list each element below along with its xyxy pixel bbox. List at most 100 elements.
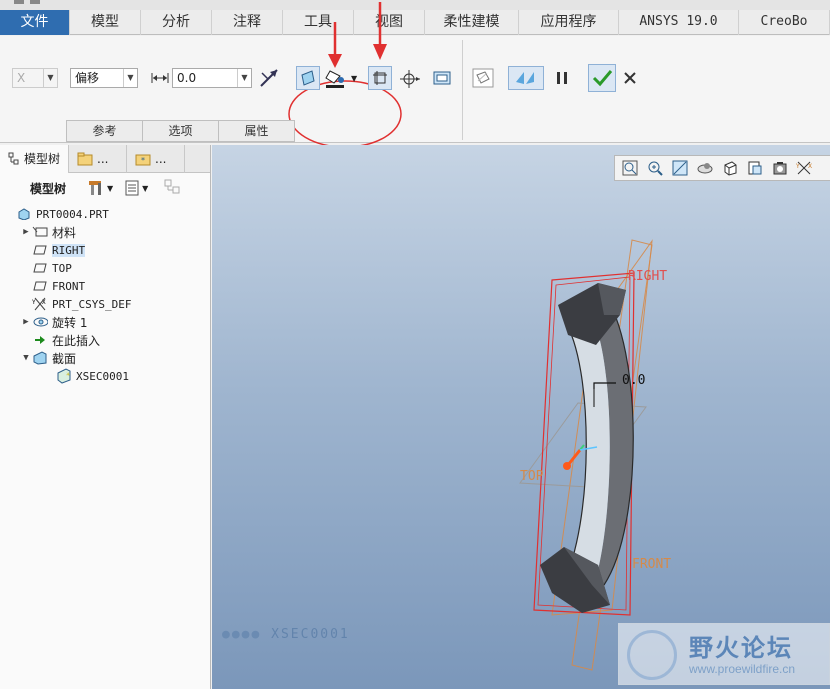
revolve-icon bbox=[32, 315, 48, 329]
folder-icon bbox=[77, 152, 93, 166]
tab-model-tree-label: 模型树 bbox=[24, 151, 61, 166]
tree-node-label: XSEC0001 bbox=[76, 369, 129, 383]
ribbon-tabs: 文件 模型 分析 注释 工具 视图 柔性建模 应用程序 ANSYS 19.0 C… bbox=[0, 10, 830, 35]
offset-type-dropdown[interactable]: 偏移 ▼ bbox=[70, 68, 138, 88]
insert-arrow-icon bbox=[32, 333, 48, 347]
tree-node-part[interactable]: PRT0004.PRT bbox=[0, 205, 210, 223]
confirm-button[interactable] bbox=[588, 64, 616, 92]
tab-applications[interactable]: 应用程序 bbox=[519, 10, 619, 35]
ribbon-slot-panel: 参考 选项 属性 bbox=[66, 120, 295, 142]
chevron-down-icon[interactable]: ▼ bbox=[351, 74, 357, 83]
offset-dimension-label[interactable]: 0.0 bbox=[622, 373, 645, 388]
filter-icon[interactable] bbox=[164, 179, 182, 198]
expand-arrow-icon[interactable]: ▶ bbox=[20, 317, 32, 327]
section-name-text: XSEC0001 bbox=[271, 627, 350, 642]
right-plane-label: RIGHT bbox=[628, 269, 668, 284]
axis-value: X bbox=[17, 71, 26, 85]
tab-flexible-modeling[interactable]: 柔性建模 bbox=[425, 10, 519, 35]
pause-button[interactable] bbox=[550, 66, 574, 90]
tree-node-right[interactable]: RIGHT bbox=[0, 241, 210, 259]
front-plane-label: FRONT bbox=[632, 557, 672, 572]
tab-favorites[interactable]: * ... bbox=[127, 145, 186, 173]
tab-analysis[interactable]: 分析 bbox=[141, 10, 212, 35]
divider bbox=[462, 40, 463, 140]
tree-node-top[interactable]: TOP bbox=[0, 259, 210, 277]
tab-annotate[interactable]: 注释 bbox=[212, 10, 283, 35]
chevron-down-icon: ▼ bbox=[123, 69, 137, 87]
chevron-down-icon: ▼ bbox=[43, 69, 57, 87]
tab-file[interactable]: 文件 bbox=[0, 10, 70, 35]
quick-access-icon[interactable] bbox=[14, 0, 24, 4]
title-bar bbox=[0, 0, 830, 10]
section-name-label: ●●●● XSEC0001 bbox=[222, 627, 350, 642]
tab-ansys[interactable]: ANSYS 19.0 bbox=[619, 10, 739, 35]
svg-text:X: X bbox=[42, 299, 46, 306]
section-icon bbox=[32, 351, 48, 365]
geometry-preview-button[interactable] bbox=[508, 66, 544, 90]
navigator-panel: 模型树 ... * ... 模型树 ▼ ▼ PRT0004.PRT ▶ 材料 R… bbox=[0, 145, 211, 689]
axis-dropdown[interactable]: X ▼ bbox=[12, 68, 58, 88]
model-tree-title: 模型树 bbox=[30, 181, 67, 196]
offset-dimension-icon bbox=[148, 66, 172, 90]
model-tree: PRT0004.PRT ▶ 材料 RIGHT TOP FRONT YX PRT_… bbox=[0, 205, 210, 385]
cancel-button[interactable] bbox=[618, 66, 642, 90]
tree-node-insert-here[interactable]: 在此插入 bbox=[0, 331, 210, 349]
svg-text:*: * bbox=[141, 156, 145, 165]
favorites-folder-icon: * bbox=[135, 154, 151, 166]
xsection-icon: ✳ bbox=[56, 368, 72, 384]
watermark: 野火论坛 www.proewildfire.cn bbox=[618, 623, 830, 685]
dragger-icon[interactable] bbox=[398, 66, 422, 90]
model-3d-view[interactable] bbox=[212, 145, 830, 689]
graphics-window[interactable]: YX RIGHT TOP FRONT 0.0 ●●●● XSEC0001 野火论… bbox=[212, 145, 830, 689]
tree-node-label: 材料 bbox=[52, 225, 77, 240]
watermark-title: 野火论坛 bbox=[689, 634, 793, 662]
offset-type-value: 偏移 bbox=[75, 71, 100, 85]
datum-plane-icon bbox=[32, 261, 48, 275]
chevron-down-icon: ▼ bbox=[237, 69, 251, 87]
references-tab[interactable]: 参考 bbox=[66, 120, 143, 142]
flip-direction-button[interactable] bbox=[257, 66, 281, 90]
watermark-logo-icon bbox=[627, 630, 677, 680]
tree-node-sections[interactable]: ▼ 截面 bbox=[0, 349, 210, 367]
tab-folder-label: ... bbox=[97, 151, 109, 166]
tab-favorites-label: ... bbox=[155, 151, 167, 166]
material-icon bbox=[32, 225, 48, 239]
watermark-url: www.proewildfire.cn bbox=[689, 662, 796, 676]
preview-window-button[interactable] bbox=[430, 66, 454, 90]
expand-arrow-icon[interactable]: ▼ bbox=[20, 353, 32, 363]
offset-value-input[interactable]: 0.0 ▼ bbox=[172, 68, 252, 88]
offset-value: 0.0 bbox=[177, 71, 197, 85]
datum-plane-icon bbox=[32, 279, 48, 293]
tree-node-material[interactable]: ▶ 材料 bbox=[0, 223, 210, 241]
tree-node-xsec[interactable]: ✳ XSEC0001 bbox=[0, 367, 210, 385]
tab-model-tree[interactable]: 模型树 bbox=[0, 145, 70, 173]
tree-node-csys[interactable]: YX PRT_CSYS_DEF bbox=[0, 295, 210, 313]
tree-node-label: 在此插入 bbox=[52, 333, 101, 348]
datum-plane-icon bbox=[32, 243, 48, 257]
verify-preview-button[interactable] bbox=[468, 66, 498, 90]
settings-tools-icon[interactable]: ▼ bbox=[88, 179, 113, 197]
properties-tab[interactable]: 属性 bbox=[218, 120, 295, 142]
csys-icon: YX bbox=[32, 297, 48, 311]
tree-node-label: FRONT bbox=[52, 279, 86, 293]
quick-access-icon[interactable] bbox=[30, 0, 40, 4]
cap-section-button[interactable] bbox=[368, 66, 392, 90]
tree-node-revolve[interactable]: ▶ 旋转 1 bbox=[0, 313, 210, 331]
tree-node-label: 旋转 1 bbox=[52, 315, 88, 330]
options-tab[interactable]: 选项 bbox=[142, 120, 219, 142]
section-plane-button[interactable] bbox=[296, 66, 320, 90]
part-icon bbox=[16, 207, 32, 221]
tree-node-label: PRT0004.PRT bbox=[36, 207, 109, 221]
section-ribbon: X ▼ 偏移 ▼ 0.0 ▼ ▼ 参考 选项 属性 bbox=[0, 2, 830, 148]
tree-node-front[interactable]: FRONT bbox=[0, 277, 210, 295]
svg-text:Y: Y bbox=[32, 299, 36, 306]
tab-folder-browser[interactable]: ... bbox=[69, 145, 128, 173]
tab-model[interactable]: 模型 bbox=[70, 10, 141, 35]
show-list-icon[interactable]: ▼ bbox=[125, 180, 148, 196]
top-plane-label: TOP bbox=[520, 469, 544, 484]
tree-node-label: TOP bbox=[52, 261, 72, 275]
hatch-fill-button[interactable] bbox=[323, 66, 347, 90]
tree-node-label: RIGHT bbox=[52, 243, 86, 257]
expand-arrow-icon[interactable]: ▶ bbox=[20, 227, 32, 237]
tab-creobo[interactable]: CreoBo bbox=[739, 10, 830, 35]
